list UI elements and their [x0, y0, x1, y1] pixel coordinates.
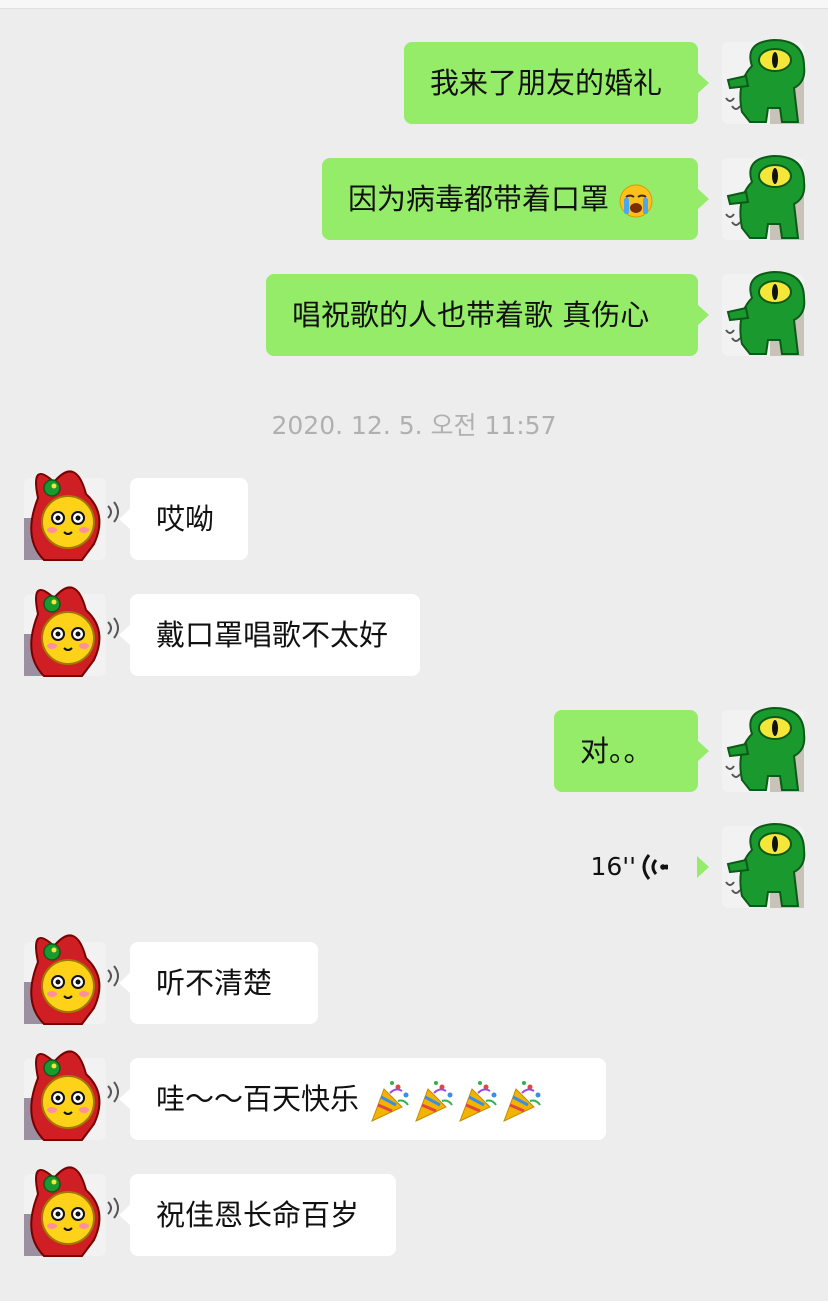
- yellow-rabbit-hood-avatar-icon: [23, 934, 119, 1025]
- incoming-message-bubble[interactable]: 戴口罩唱歌不太好: [119, 594, 420, 676]
- outgoing-message-bubble[interactable]: 因为病毒都带着口罩: [322, 158, 709, 240]
- top-divider: [0, 0, 828, 9]
- party-popper-icon: [415, 1081, 454, 1122]
- outgoing-message-bubble[interactable]: 我来了朋友的婚礼: [404, 42, 709, 124]
- incoming-message-bubble[interactable]: 哇～～百天快乐: [119, 1058, 606, 1140]
- self-avatar[interactable]: [721, 271, 806, 357]
- friend-avatar[interactable]: [23, 586, 119, 677]
- friend-avatar[interactable]: [23, 934, 119, 1025]
- friend-avatar[interactable]: [23, 1166, 119, 1257]
- chat-timestamp: 2020. 12. 5. 오전 11:57: [271, 411, 557, 440]
- yellow-rabbit-hood-avatar-icon: [23, 586, 119, 677]
- outgoing-message-bubble[interactable]: 对。。: [554, 710, 709, 792]
- green-monster-avatar-icon: [721, 39, 806, 125]
- voice-wave-icon: [642, 854, 668, 880]
- green-monster-avatar-icon: [721, 271, 806, 357]
- green-monster-avatar-icon: [721, 823, 806, 909]
- party-popper-icon: [371, 1081, 410, 1122]
- incoming-message-bubble[interactable]: 哎呦: [119, 478, 248, 560]
- yellow-rabbit-hood-avatar-icon: [23, 1050, 119, 1141]
- green-monster-avatar-icon: [721, 707, 806, 793]
- friend-avatar[interactable]: [23, 470, 119, 561]
- party-emoji-group: [368, 1081, 544, 1122]
- party-popper-icon: [503, 1081, 542, 1122]
- outgoing-message-bubble[interactable]: 唱祝歌的人也带着歌 真伤心: [266, 274, 709, 356]
- message-text: 对。。: [580, 734, 653, 768]
- message-text: 祝佳恩长命百岁: [156, 1198, 360, 1232]
- green-monster-avatar-icon: [721, 155, 806, 241]
- self-avatar[interactable]: [721, 39, 806, 125]
- message-text: 哎呦: [156, 502, 215, 536]
- crying-face-icon: [619, 184, 653, 218]
- self-avatar[interactable]: [721, 707, 806, 793]
- self-avatar[interactable]: [721, 155, 806, 241]
- message-text: 戴口罩唱歌不太好: [156, 618, 389, 652]
- message-text: 唱祝歌的人也带着歌 真伤心: [292, 298, 650, 332]
- friend-avatar[interactable]: [23, 1050, 119, 1141]
- self-avatar[interactable]: [721, 823, 806, 909]
- message-text: 因为病毒都带着口罩: [348, 182, 610, 216]
- incoming-message-bubble[interactable]: 祝佳恩长命百岁: [119, 1174, 396, 1256]
- yellow-rabbit-hood-avatar-icon: [23, 1166, 119, 1257]
- yellow-rabbit-hood-avatar-icon: [23, 470, 119, 561]
- message-text: 听不清楚: [156, 966, 273, 1000]
- party-popper-icon: [459, 1081, 498, 1122]
- incoming-message-bubble[interactable]: 听不清楚: [119, 942, 318, 1024]
- message-text: 我来了朋友的婚礼: [430, 66, 663, 100]
- voice-duration: 16'': [590, 852, 636, 881]
- message-text: 哇～～百天快乐: [156, 1082, 360, 1116]
